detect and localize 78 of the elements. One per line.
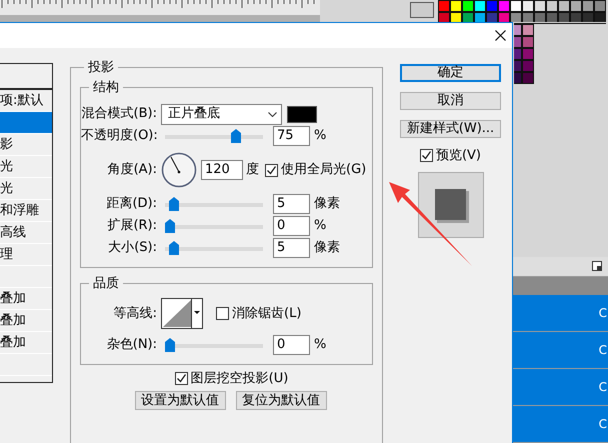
field-label: 混合模式(B): xyxy=(81,105,158,124)
checkbox[interactable] xyxy=(420,149,433,162)
checkbox-label: 预览(V) xyxy=(436,147,482,165)
style-label: 叠加 xyxy=(0,312,26,330)
checkbox-label: 消除锯齿(L) xyxy=(232,304,302,323)
field-label: 大小(S): xyxy=(107,239,158,258)
number-field[interactable]: 5 xyxy=(273,194,310,214)
checkbox-label: 使用全局光(G) xyxy=(281,161,366,180)
layer-name: C xyxy=(598,305,607,322)
slider-track[interactable] xyxy=(165,219,263,233)
field-label: 扩展(R): xyxy=(106,217,158,236)
layer-name: C xyxy=(598,342,607,359)
number-field[interactable]: 120 xyxy=(201,160,243,180)
style-item[interactable]: 叠加 xyxy=(0,310,52,332)
unit-label: % xyxy=(314,127,326,146)
slider-thumb[interactable] xyxy=(165,219,175,233)
mb-icon[interactable] xyxy=(410,2,434,18)
slider-track[interactable] xyxy=(165,338,263,352)
style-label: 理 xyxy=(0,246,13,264)
field-label: 距离(D): xyxy=(105,195,158,214)
dialog-button[interactable]: 取消 xyxy=(400,92,501,110)
number-field[interactable]: 0 xyxy=(273,334,310,354)
close-icon[interactable] xyxy=(495,30,506,41)
style-label: 光 xyxy=(0,158,13,176)
style-item[interactable]: 叠加 xyxy=(0,332,52,354)
chevron-down-icon xyxy=(268,112,277,116)
layer-name: C xyxy=(598,379,607,396)
style-label: 叠加 xyxy=(0,290,26,308)
style-label: 和浮雕 xyxy=(0,202,39,220)
style-label: 高线 xyxy=(0,224,26,242)
field-label: 不透明度(O): xyxy=(81,127,159,146)
checkbox[interactable] xyxy=(174,372,188,385)
number-field[interactable]: 0 xyxy=(273,216,310,236)
unit-label: 度 xyxy=(246,161,259,180)
style-item[interactable]: 叠加 xyxy=(0,288,52,310)
field-label: 角度(A): xyxy=(106,161,158,180)
style-item[interactable]: 光 xyxy=(0,178,52,200)
contour-picker[interactable] xyxy=(161,298,203,329)
field-label: 杂色(N): xyxy=(106,336,158,354)
slider-thumb[interactable] xyxy=(231,129,241,143)
style-label: 项:默认 xyxy=(0,92,44,110)
unit-label: 像素 xyxy=(314,195,340,214)
layer-name: C xyxy=(598,416,607,433)
default-button[interactable]: 设置为默认值 xyxy=(134,391,226,410)
unit-label: 像素 xyxy=(314,239,340,258)
style-item[interactable]: 理 xyxy=(0,244,52,266)
slider-thumb[interactable] xyxy=(169,197,180,211)
unit-label: % xyxy=(314,217,326,236)
shadow-preview xyxy=(418,172,484,238)
angle-dial[interactable] xyxy=(161,152,197,188)
blend-mode-dropdown[interactable]: 正片叠底 xyxy=(161,104,282,124)
default-button[interactable]: 复位为默认值 xyxy=(236,391,326,410)
group-title: 品质 xyxy=(92,275,120,293)
style-item[interactable]: 光 xyxy=(0,156,52,178)
slider-thumb[interactable] xyxy=(169,241,180,255)
style-label: 光 xyxy=(0,180,13,198)
style-label: 影 xyxy=(0,136,13,154)
style-label: 叠加 xyxy=(0,334,26,352)
group-title: 结构 xyxy=(92,78,120,96)
checkbox[interactable] xyxy=(265,164,278,176)
style-item[interactable]: 影 xyxy=(0,134,52,156)
group-title: 投影 xyxy=(87,59,115,77)
number-field[interactable]: 75 xyxy=(273,126,310,146)
slider-thumb[interactable] xyxy=(165,338,175,352)
checkbox-label: 图层挖空投影(U) xyxy=(190,370,288,388)
number-field[interactable]: 5 xyxy=(273,238,310,258)
field-label: 等高线: xyxy=(112,304,158,323)
style-item[interactable]: 和浮雕 xyxy=(0,200,52,222)
dialog-button[interactable]: 确定 xyxy=(400,64,501,82)
slider-track[interactable] xyxy=(165,241,263,255)
color-swatch[interactable] xyxy=(287,106,317,122)
checkbox[interactable] xyxy=(216,307,229,320)
slider-track[interactable] xyxy=(165,197,263,211)
dialog-button[interactable]: 新建样式(W)... xyxy=(400,120,501,138)
slider-track[interactable] xyxy=(165,129,263,143)
style-item[interactable]: 高线 xyxy=(0,222,52,244)
unit-label: % xyxy=(314,336,326,354)
panel-menu-icon[interactable] xyxy=(592,261,602,271)
